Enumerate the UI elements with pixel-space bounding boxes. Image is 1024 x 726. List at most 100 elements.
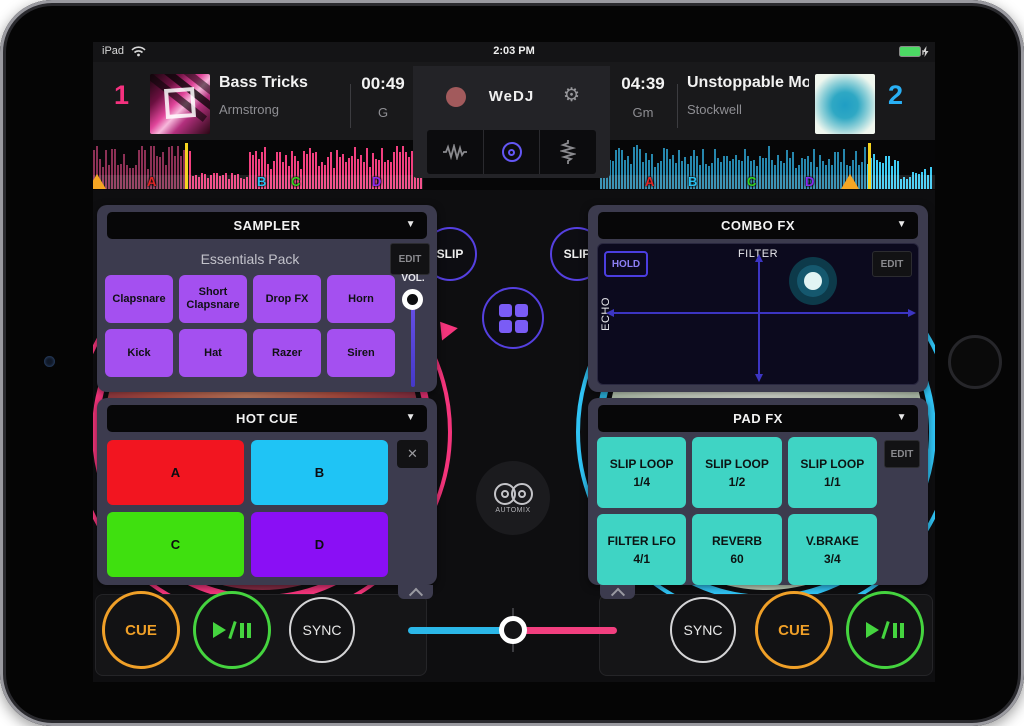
crossfader-left-track: [408, 627, 513, 634]
loop-in-marker[interactable]: [841, 174, 859, 189]
cue-marker-d[interactable]: D: [372, 174, 381, 189]
deck1-cue-button[interactable]: CUE: [102, 591, 180, 669]
left-panel-collapse-tab[interactable]: [398, 585, 433, 599]
waveform-bar: [816, 167, 818, 189]
hotcue-pad-d[interactable]: D: [251, 512, 388, 577]
deck1-track-info[interactable]: Bass Tricks Armstrong: [219, 74, 347, 117]
deck2-sync-button[interactable]: SYNC: [670, 597, 736, 663]
waveform-bar: [864, 147, 866, 189]
padfx-edit-button[interactable]: EDIT: [884, 440, 920, 468]
fx-tab-echo[interactable]: [539, 130, 596, 174]
sampler-pad-short-clapsnare[interactable]: Short Clapsnare: [179, 275, 247, 323]
deck2-play-pause-button[interactable]: [846, 591, 924, 669]
sampler-pad-siren[interactable]: Siren: [327, 329, 395, 377]
padfx-header[interactable]: PAD FX ▼: [598, 405, 918, 432]
sampler-header[interactable]: SAMPLER ▼: [107, 212, 427, 239]
sampler-pad-drop-fx[interactable]: Drop FX: [253, 275, 321, 323]
deck2-number: 2: [888, 80, 903, 111]
deck2-album-art[interactable]: [815, 74, 875, 134]
waveform-bar: [114, 149, 116, 189]
waveform-bar: [357, 159, 359, 189]
waveform-bar: [618, 148, 620, 189]
fx-tab-disc[interactable]: [483, 130, 540, 174]
cue-marker-b[interactable]: B: [257, 174, 266, 189]
deck1-key: G: [350, 105, 416, 120]
sampler-edit-button[interactable]: EDIT: [390, 243, 430, 275]
waveform-bar: [795, 168, 797, 189]
waveform-bar: [198, 177, 200, 189]
cue-marker-d[interactable]: D: [805, 174, 814, 189]
hotcue-close-button[interactable]: ✕: [397, 440, 428, 468]
automix-button[interactable]: AUTOMIX: [476, 461, 550, 535]
waveform-bar: [285, 155, 287, 189]
padfx-pad-reverb[interactable]: REVERB60: [692, 514, 781, 585]
combofx-hold-button[interactable]: HOLD: [604, 251, 648, 277]
cue-marker-c[interactable]: C: [747, 174, 756, 189]
cue-marker-a[interactable]: A: [645, 174, 654, 189]
deck1-sync-button[interactable]: SYNC: [289, 597, 355, 663]
padfx-pad-slip-loop[interactable]: SLIP LOOP1/1: [788, 437, 877, 508]
deck2-cue-button[interactable]: CUE: [755, 591, 833, 669]
combofx-edit-button[interactable]: EDIT: [872, 251, 912, 277]
sampler-pad-kick[interactable]: Kick: [105, 329, 173, 377]
waveform-bar: [612, 161, 614, 189]
cue-marker-b[interactable]: B: [688, 174, 697, 189]
padfx-pad-filter-lfo[interactable]: FILTER LFO4/1: [597, 514, 686, 585]
loop-in-marker[interactable]: [93, 174, 106, 189]
sampler-pad-razer[interactable]: Razer: [253, 329, 321, 377]
waveform-bar: [303, 151, 305, 189]
cue-marker-c[interactable]: C: [291, 174, 300, 189]
combofx-header[interactable]: COMBO FX ▼: [598, 212, 918, 239]
deck1-art-square: [164, 87, 196, 119]
fx-tab-waveform[interactable]: [427, 130, 483, 174]
waveform-bar: [120, 164, 122, 189]
dropdown-arrow-icon: ▼: [897, 412, 907, 423]
deck1-waveform[interactable]: A B C D: [93, 143, 423, 189]
deck2-time-block: 04:39 Gm: [610, 74, 676, 120]
waveform-bar: [900, 179, 902, 189]
waveform-bar: [801, 158, 803, 189]
deck2-title: Unstoppable Mo: [687, 74, 809, 92]
waveform-bar: [915, 173, 917, 189]
sampler-pad-hat[interactable]: Hat: [179, 329, 247, 377]
deck2-waveform[interactable]: A B C D: [600, 143, 935, 189]
performance-pads-button[interactable]: [482, 287, 544, 349]
hotcue-pad-b[interactable]: B: [251, 440, 388, 505]
deck1-album-art[interactable]: [150, 74, 210, 134]
deck2-slip-label: SLIP: [564, 247, 591, 261]
home-button[interactable]: [948, 335, 1002, 389]
deck1-play-pause-button[interactable]: [193, 591, 271, 669]
sampler-pad-clapsnare[interactable]: Clapsnare: [105, 275, 173, 323]
padfx-pad-slip-loop[interactable]: SLIP LOOP1/4: [597, 437, 686, 508]
sampler-pad-horn[interactable]: Horn: [327, 275, 395, 323]
combofx-touch-point[interactable]: [789, 257, 837, 305]
padfx-pad-slip-loop[interactable]: SLIP LOOP1/2: [692, 437, 781, 508]
waveform-bar: [822, 161, 824, 189]
sampler-volume-knob[interactable]: [402, 289, 423, 310]
sampler-pad-grid: ClapsnareShort ClapsnareDrop FXHorn KickH…: [105, 275, 395, 377]
combofx-xy-pad[interactable]: FILTER ECHO HOLD EDIT: [597, 243, 919, 385]
deck2-track-info[interactable]: Unstoppable Mo Stockwell: [687, 74, 809, 117]
waveform-bar: [306, 154, 308, 189]
waveform-bar: [714, 149, 716, 189]
waveform-bar: [918, 174, 920, 189]
waveform-bar: [777, 155, 779, 189]
waveform-bar: [912, 172, 914, 189]
waveform-bar: [891, 166, 893, 189]
right-panel-collapse-tab[interactable]: [600, 585, 635, 599]
waveform-bar: [324, 165, 326, 189]
waveform-bar: [168, 147, 170, 189]
crossfader-knob[interactable]: [499, 616, 527, 644]
waveform-bar: [924, 169, 926, 189]
padfx-pad-v-brake[interactable]: V.BRAKE3/4: [788, 514, 877, 585]
hotcue-pad-c[interactable]: C: [107, 512, 244, 577]
waveform-bar: [738, 160, 740, 189]
hotcue-pad-a[interactable]: A: [107, 440, 244, 505]
waveform-bar: [339, 157, 341, 189]
cue-marker-a[interactable]: A: [147, 174, 156, 189]
hotcue-header[interactable]: HOT CUE ▼: [107, 405, 427, 432]
sampler-pack-name[interactable]: Essentials Pack: [107, 251, 393, 267]
waveform-bar: [204, 174, 206, 189]
gear-icon[interactable]: ⚙: [563, 84, 580, 107]
waveform-bar: [765, 158, 767, 189]
